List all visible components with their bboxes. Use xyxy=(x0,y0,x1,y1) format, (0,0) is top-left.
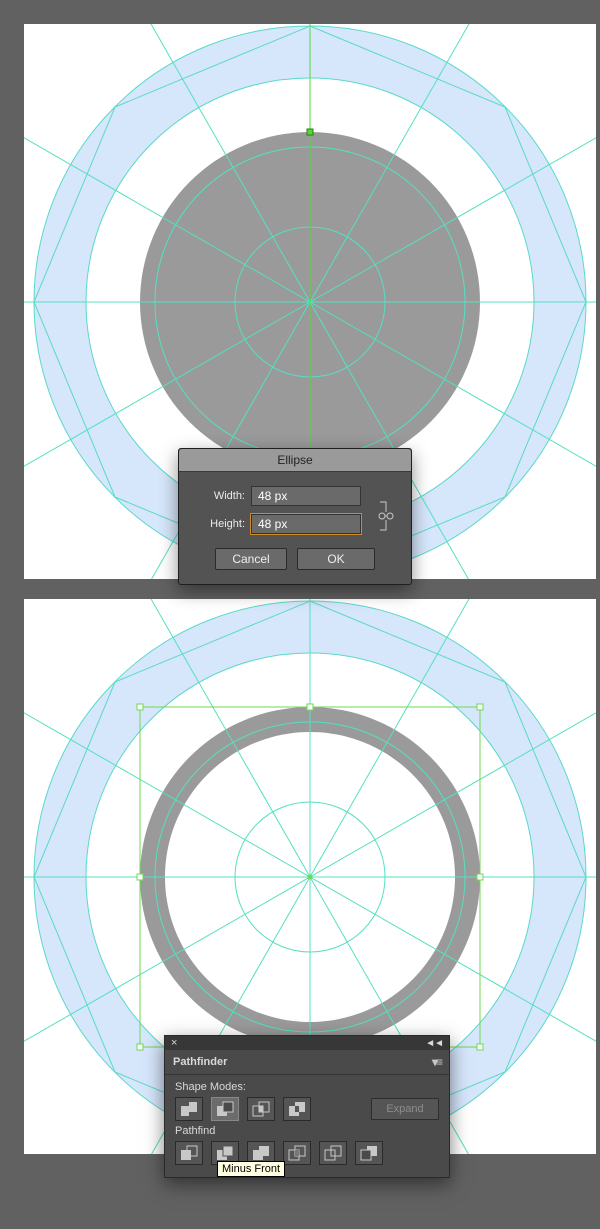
screenshot-root: Ellipse Width: 48 px Height: 48 px Cance… xyxy=(0,0,600,1178)
close-icon[interactable]: × xyxy=(171,1037,177,1049)
shape-modes-row: Expand xyxy=(175,1097,439,1121)
pathfinders-row xyxy=(175,1141,439,1165)
divide-icon[interactable] xyxy=(175,1141,203,1165)
height-input[interactable]: 48 px xyxy=(251,514,361,534)
intersect-icon[interactable] xyxy=(247,1097,275,1121)
ellipse-dialog: Ellipse Width: 48 px Height: 48 px Cance… xyxy=(178,448,412,585)
exclude-icon[interactable] xyxy=(283,1097,311,1121)
minus-front-tooltip: Minus Front xyxy=(217,1161,285,1177)
crop-icon[interactable] xyxy=(283,1141,311,1165)
pathfinder-panel: × ◄◄ Pathfinder ▾≡ Shape Modes: xyxy=(164,1035,450,1178)
width-label: Width: xyxy=(193,490,245,502)
constrain-proportions-icon[interactable] xyxy=(377,500,397,532)
shape-modes-label: Shape Modes: xyxy=(175,1081,439,1093)
unite-icon[interactable] xyxy=(175,1097,203,1121)
minus-front-icon[interactable] xyxy=(211,1097,239,1121)
width-input[interactable]: 48 px xyxy=(251,486,361,506)
outline-icon[interactable] xyxy=(319,1141,347,1165)
cancel-button[interactable]: Cancel xyxy=(215,548,287,570)
height-label: Height: xyxy=(193,518,245,530)
pathfinders-label: Pathfind xyxy=(175,1125,215,1137)
minus-back-icon[interactable] xyxy=(355,1141,383,1165)
panel-menu-icon[interactable]: ▾≡ xyxy=(432,1055,441,1069)
dialog-title[interactable]: Ellipse xyxy=(179,449,411,472)
panel-title[interactable]: Pathfinder xyxy=(173,1056,227,1068)
collapse-icon[interactable]: ◄◄ xyxy=(425,1038,443,1049)
expand-button[interactable]: Expand xyxy=(371,1098,439,1120)
ok-button[interactable]: OK xyxy=(297,548,375,570)
